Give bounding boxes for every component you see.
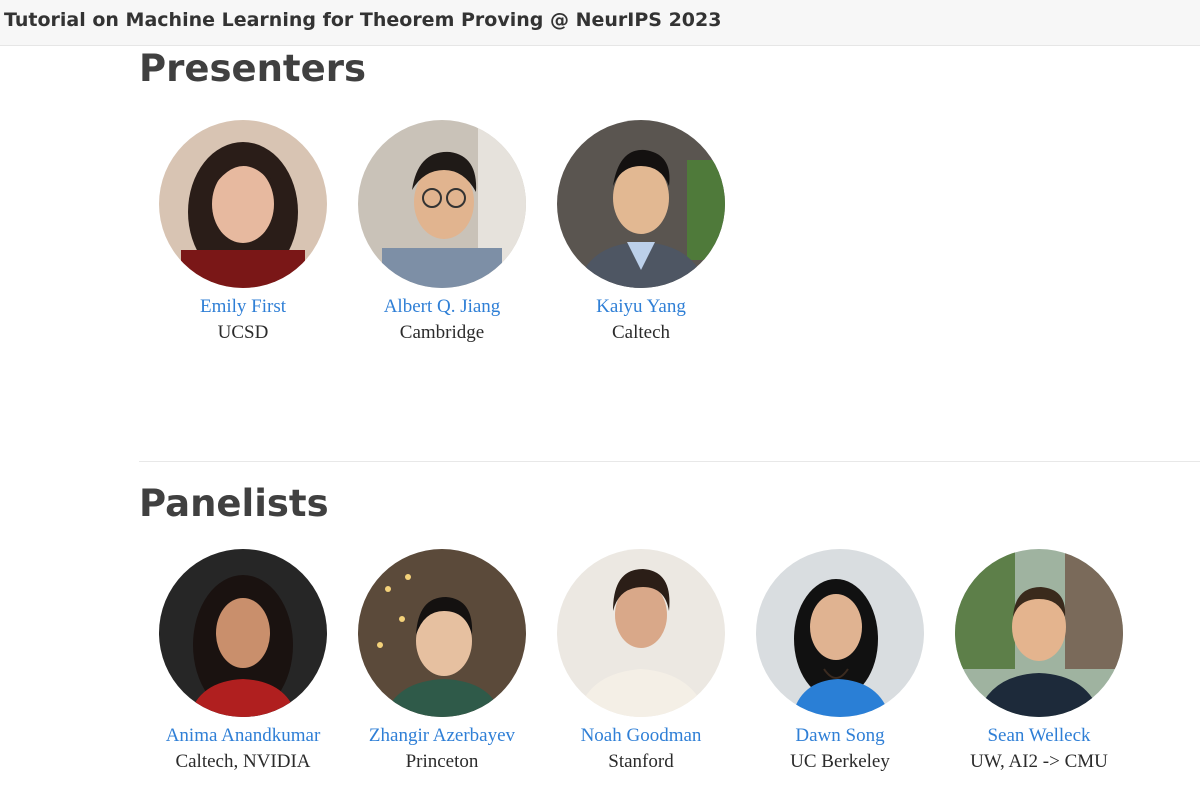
panelist-affiliation: Princeton xyxy=(405,751,479,772)
avatar[interactable] xyxy=(955,549,1123,717)
presenters-heading: Presenters xyxy=(139,47,366,90)
presenter-card: Emily First UCSD xyxy=(143,120,343,346)
panelist-card: Dawn Song UC Berkeley xyxy=(740,549,940,775)
presenter-name-link[interactable]: Albert Q. Jiang xyxy=(342,293,542,320)
person-photo-icon xyxy=(159,120,327,288)
site-title-link[interactable]: Tutorial on Machine Learning for Theorem… xyxy=(4,9,721,31)
panelist-card: Zhangir Azerbayev Princeton xyxy=(342,549,542,775)
panelist-affiliation: UW, AI2 -> CMU xyxy=(970,751,1108,772)
presenter-name-link[interactable]: Emily First xyxy=(143,293,343,320)
panelist-name-link[interactable]: Dawn Song xyxy=(740,722,940,749)
panelist-affiliation: Caltech, NVIDIA xyxy=(175,751,311,772)
person-photo-icon xyxy=(358,549,526,717)
panelist-name-link[interactable]: Sean Welleck xyxy=(939,722,1139,749)
presenter-card: Kaiyu Yang Caltech xyxy=(541,120,741,346)
avatar[interactable] xyxy=(358,120,526,288)
presenter-affiliation: Caltech xyxy=(611,322,671,343)
panelist-card: Noah Goodman Stanford xyxy=(541,549,741,775)
avatar[interactable] xyxy=(159,549,327,717)
panelist-card: Sean Welleck UW, AI2 -> CMU xyxy=(939,549,1139,775)
avatar[interactable] xyxy=(557,120,725,288)
panelist-name-link[interactable]: Zhangir Azerbayev xyxy=(342,722,542,749)
top-bar: Tutorial on Machine Learning for Theorem… xyxy=(0,0,1200,46)
avatar[interactable] xyxy=(358,549,526,717)
person-photo-icon xyxy=(159,549,327,717)
person-photo-icon xyxy=(955,549,1123,717)
person-photo-icon xyxy=(756,549,924,717)
panelist-affiliation: Stanford xyxy=(608,751,674,772)
avatar[interactable] xyxy=(159,120,327,288)
avatar[interactable] xyxy=(557,549,725,717)
person-photo-icon xyxy=(557,549,725,717)
person-photo-icon xyxy=(358,120,526,288)
panelist-name-link[interactable]: Anima Anandkumar xyxy=(143,722,343,749)
presenter-affiliation: UCSD xyxy=(217,322,269,343)
panelist-name-link[interactable]: Noah Goodman xyxy=(541,722,741,749)
panelist-card: Anima Anandkumar Caltech, NVIDIA xyxy=(143,549,343,775)
person-photo-icon xyxy=(557,120,725,288)
presenter-affiliation: Cambridge xyxy=(399,322,485,343)
panelist-affiliation: UC Berkeley xyxy=(790,751,890,772)
avatar[interactable] xyxy=(756,549,924,717)
panelists-heading: Panelists xyxy=(139,482,329,525)
presenter-name-link[interactable]: Kaiyu Yang xyxy=(541,293,741,320)
section-divider xyxy=(139,461,1200,462)
presenter-card: Albert Q. Jiang Cambridge xyxy=(342,120,542,346)
